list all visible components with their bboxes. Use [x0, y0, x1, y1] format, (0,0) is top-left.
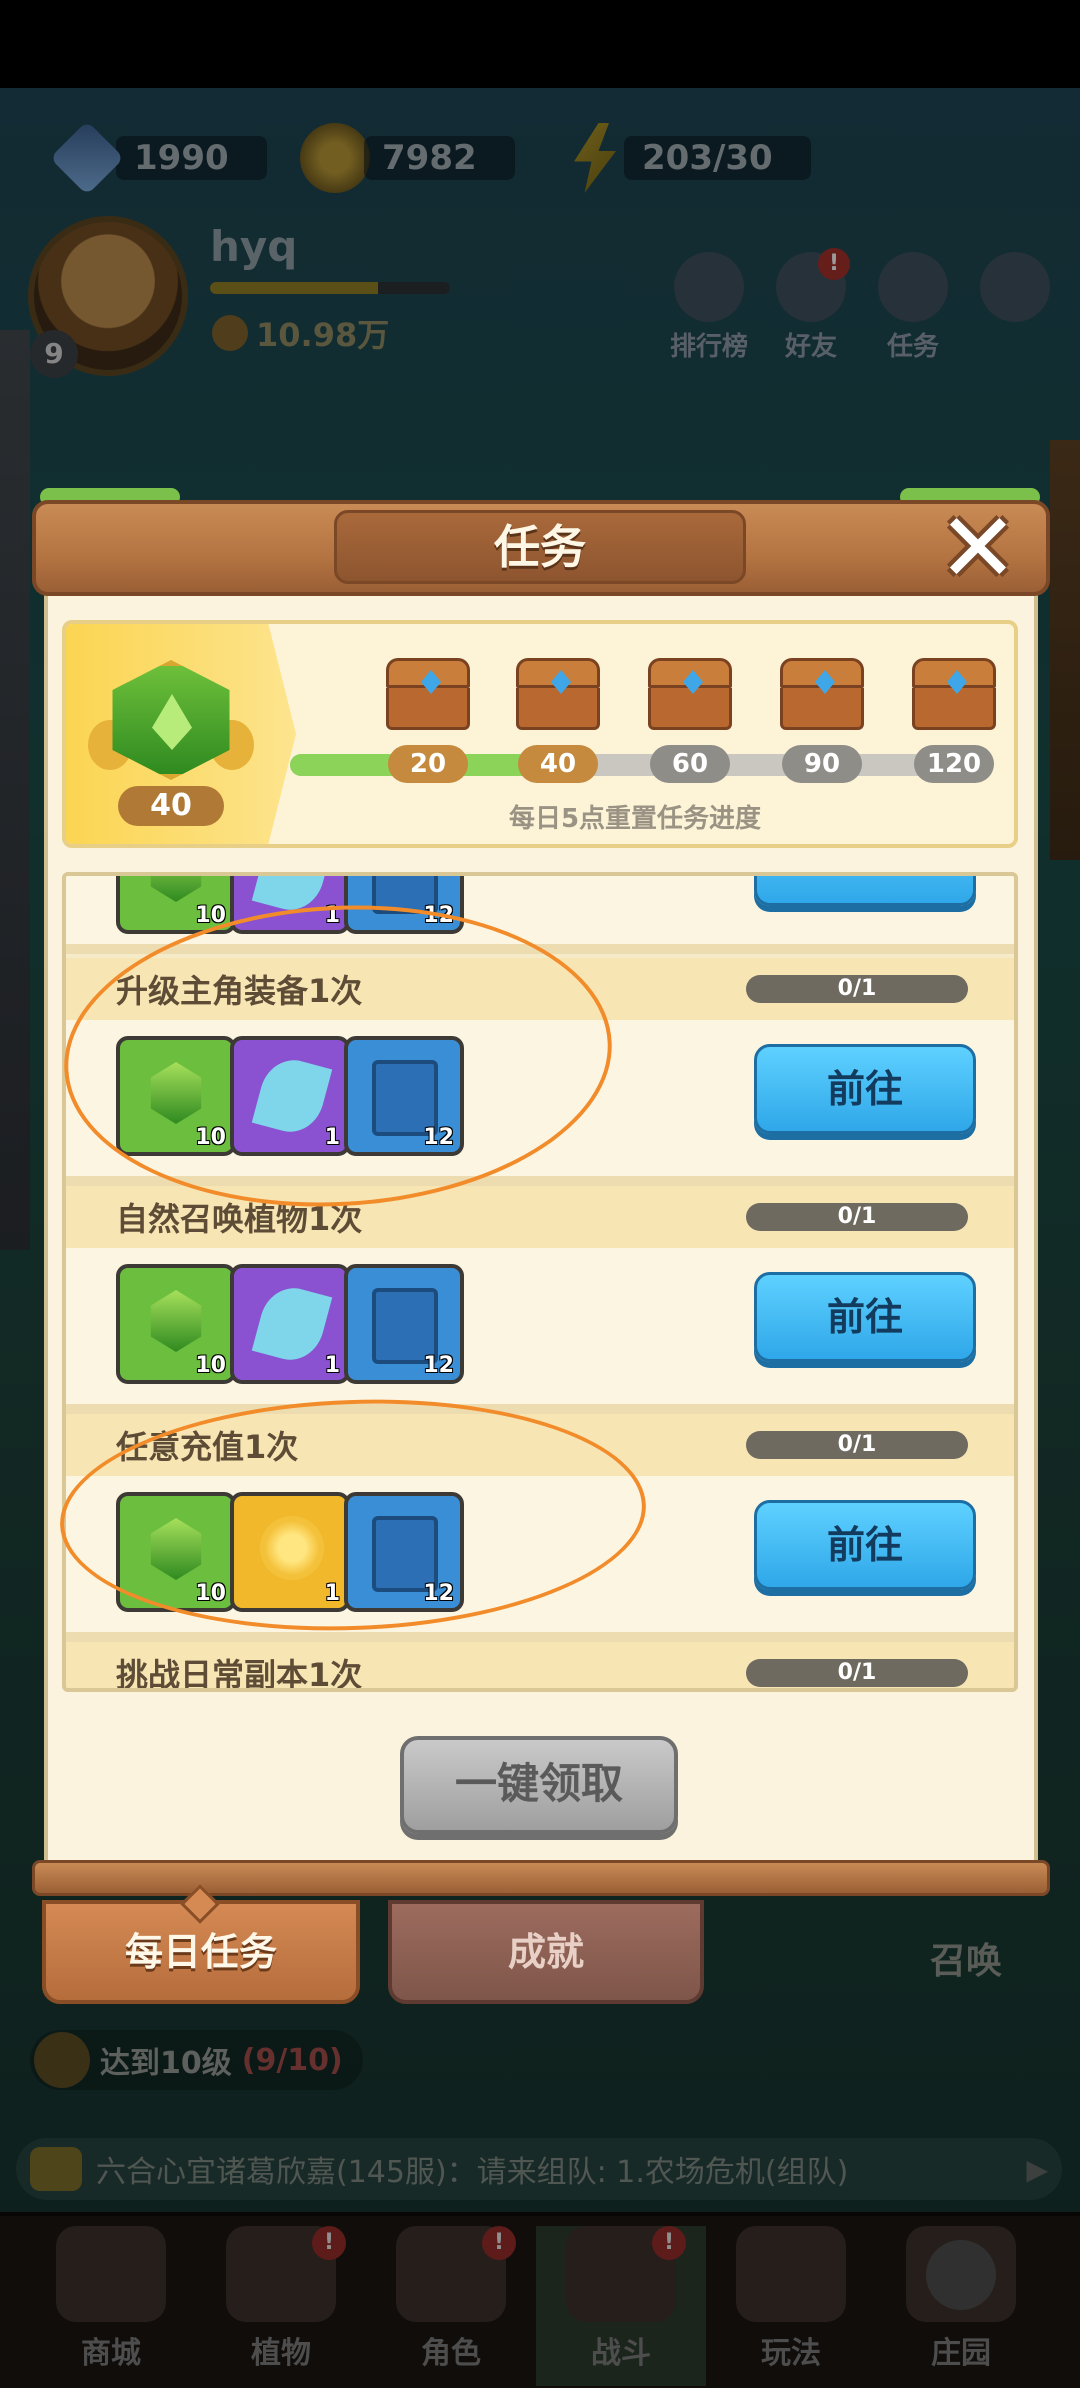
reward-count: 12 — [423, 1353, 454, 1378]
reward-count: 10 — [195, 1353, 226, 1378]
go-button[interactable] — [754, 876, 976, 906]
reward-item[interactable]: 12 — [344, 1264, 464, 1384]
close-icon[interactable]: ✕ — [936, 500, 1020, 596]
activity-points: 40 — [118, 786, 224, 826]
task-progress: 0/1 — [746, 1659, 968, 1687]
chest-icon[interactable] — [386, 658, 470, 730]
reward-item[interactable]: 1 — [230, 1264, 350, 1384]
go-button[interactable]: 前往 — [754, 1272, 976, 1362]
chest-icon[interactable] — [648, 658, 732, 730]
claim-all-button[interactable]: 一键领取 — [400, 1736, 678, 1834]
task-progress: 0/1 — [746, 1431, 968, 1459]
task-title: 挑战日常副本1次 — [116, 1656, 363, 1692]
daily-progress-panel: 40 20 40 60 90 120 每日5点重置任务进度 — [62, 620, 1018, 848]
dialog-footer-frame — [32, 1860, 1050, 1896]
milestone-label: 20 — [388, 745, 468, 783]
go-button[interactable]: 前往 — [754, 1500, 976, 1590]
reward-item[interactable]: 10 — [116, 1264, 236, 1384]
task-row: 挑战日常副本1次 0/1 — [66, 1642, 1014, 1692]
chest-icon[interactable] — [912, 658, 996, 730]
task-progress: 0/1 — [746, 1203, 968, 1231]
go-button[interactable]: 前往 — [754, 1044, 976, 1134]
reward-count: 1 — [324, 1353, 340, 1378]
status-bar — [0, 0, 1080, 88]
task-progress: 0/1 — [746, 975, 968, 1003]
chest-icon[interactable] — [516, 658, 600, 730]
dialog-title: 任务 — [334, 510, 746, 584]
task-row: 自然召唤植物1次 0/1 10 1 12 前往 — [66, 1186, 1014, 1414]
reset-note: 每日5点重置任务进度 — [508, 804, 762, 834]
milestone-label: 40 — [518, 745, 598, 783]
tab-achievements[interactable]: 成就 — [388, 1900, 704, 2004]
milestone-label: 120 — [914, 745, 994, 783]
milestone-label: 60 — [650, 745, 730, 783]
milestone-label: 90 — [782, 745, 862, 783]
chest-icon[interactable] — [780, 658, 864, 730]
